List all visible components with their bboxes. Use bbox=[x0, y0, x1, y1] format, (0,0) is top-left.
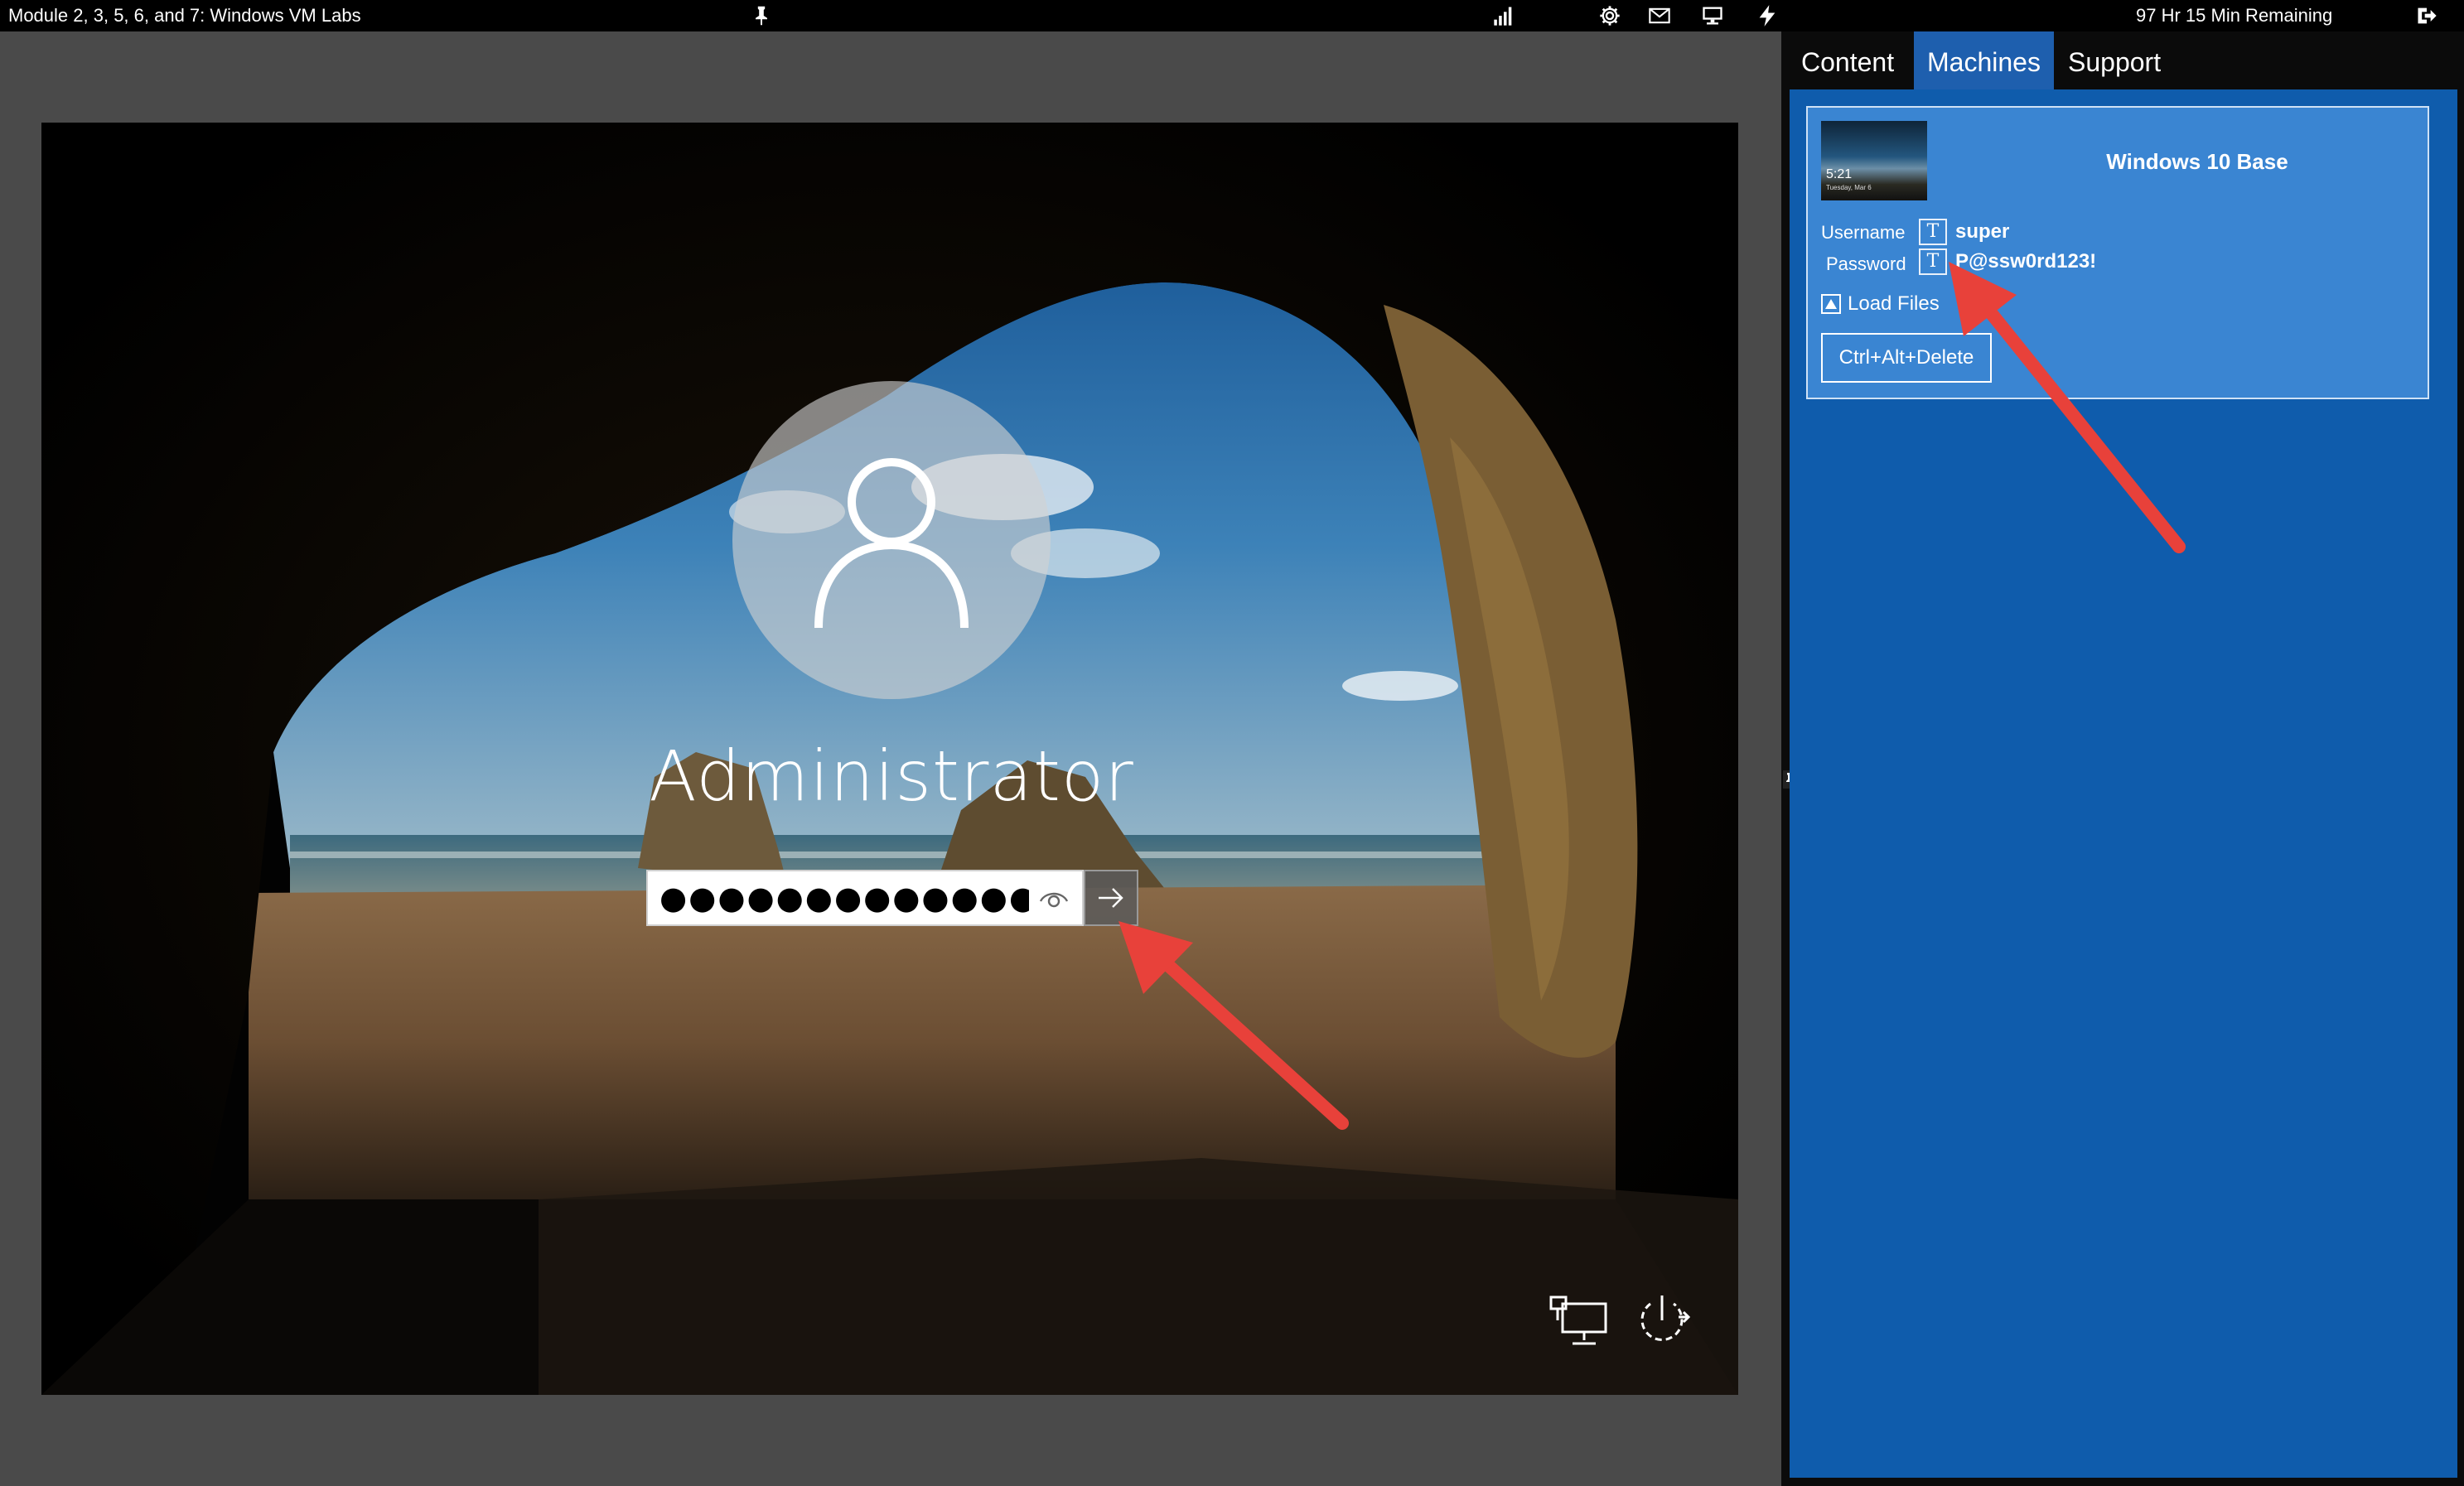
user-icon bbox=[814, 458, 969, 629]
username-value: super bbox=[1955, 220, 2010, 243]
ctrl-alt-delete-button[interactable]: Ctrl+Alt+Delete bbox=[1821, 333, 1992, 383]
user-avatar bbox=[732, 381, 1051, 699]
tab-support[interactable]: Support bbox=[2055, 31, 2174, 89]
lock-screen-username: Administrator bbox=[649, 736, 1134, 817]
machine-thumbnail[interactable]: 5:21 Tuesday, Mar 6 bbox=[1821, 121, 1927, 200]
reveal-password-icon[interactable] bbox=[1037, 885, 1070, 911]
vm-display-area[interactable]: Administrator bbox=[0, 31, 1781, 1486]
upload-icon bbox=[1821, 294, 1841, 314]
type-username-button[interactable]: T bbox=[1919, 219, 1947, 245]
mail-icon[interactable] bbox=[1647, 3, 1672, 28]
thumbnail-date: Tuesday, Mar 6 bbox=[1826, 184, 1872, 191]
top-bar: Module 2, 3, 5, 6, and 7: Windows VM Lab… bbox=[0, 0, 2464, 31]
machine-name: Windows 10 Base bbox=[2106, 149, 2288, 174]
signal-icon bbox=[1491, 3, 1516, 28]
monitor-icon[interactable] bbox=[1700, 3, 1725, 28]
exit-icon[interactable] bbox=[2414, 3, 2439, 28]
type-password-button[interactable]: T bbox=[1919, 248, 1947, 275]
gear-icon[interactable] bbox=[1597, 3, 1622, 28]
password-input[interactable] bbox=[648, 871, 1029, 924]
power-icon[interactable] bbox=[1632, 1292, 1692, 1345]
load-files-label: Load Files bbox=[1848, 292, 1940, 315]
lab-title: Module 2, 3, 5, 6, and 7: Windows VM Lab… bbox=[8, 5, 361, 26]
panel-tabs: Content Machines Support bbox=[1781, 31, 2464, 89]
time-remaining: 97 Hr 15 Min Remaining bbox=[2136, 5, 2333, 26]
vm-lock-screen[interactable]: Administrator bbox=[41, 123, 1738, 1395]
password-value: P@ssw0rd123! bbox=[1955, 250, 2097, 273]
tab-machines[interactable]: Machines bbox=[1914, 31, 2054, 89]
lightning-icon[interactable] bbox=[1755, 3, 1780, 28]
password-label: Password bbox=[1826, 253, 1906, 274]
submit-password-button[interactable] bbox=[1084, 870, 1138, 926]
arrow-right-icon bbox=[1099, 888, 1123, 908]
thumbnail-time: 5:21 bbox=[1826, 167, 1853, 181]
pin-icon[interactable] bbox=[749, 3, 774, 28]
password-box[interactable] bbox=[646, 870, 1084, 926]
network-icon[interactable] bbox=[1549, 1295, 1609, 1348]
username-label: Username bbox=[1821, 222, 1906, 243]
load-files-button[interactable]: Load Files bbox=[1821, 292, 1940, 316]
machine-card: 5:21 Tuesday, Mar 6 Windows 10 Base User… bbox=[1806, 106, 2429, 399]
tab-content[interactable]: Content bbox=[1788, 31, 1907, 89]
